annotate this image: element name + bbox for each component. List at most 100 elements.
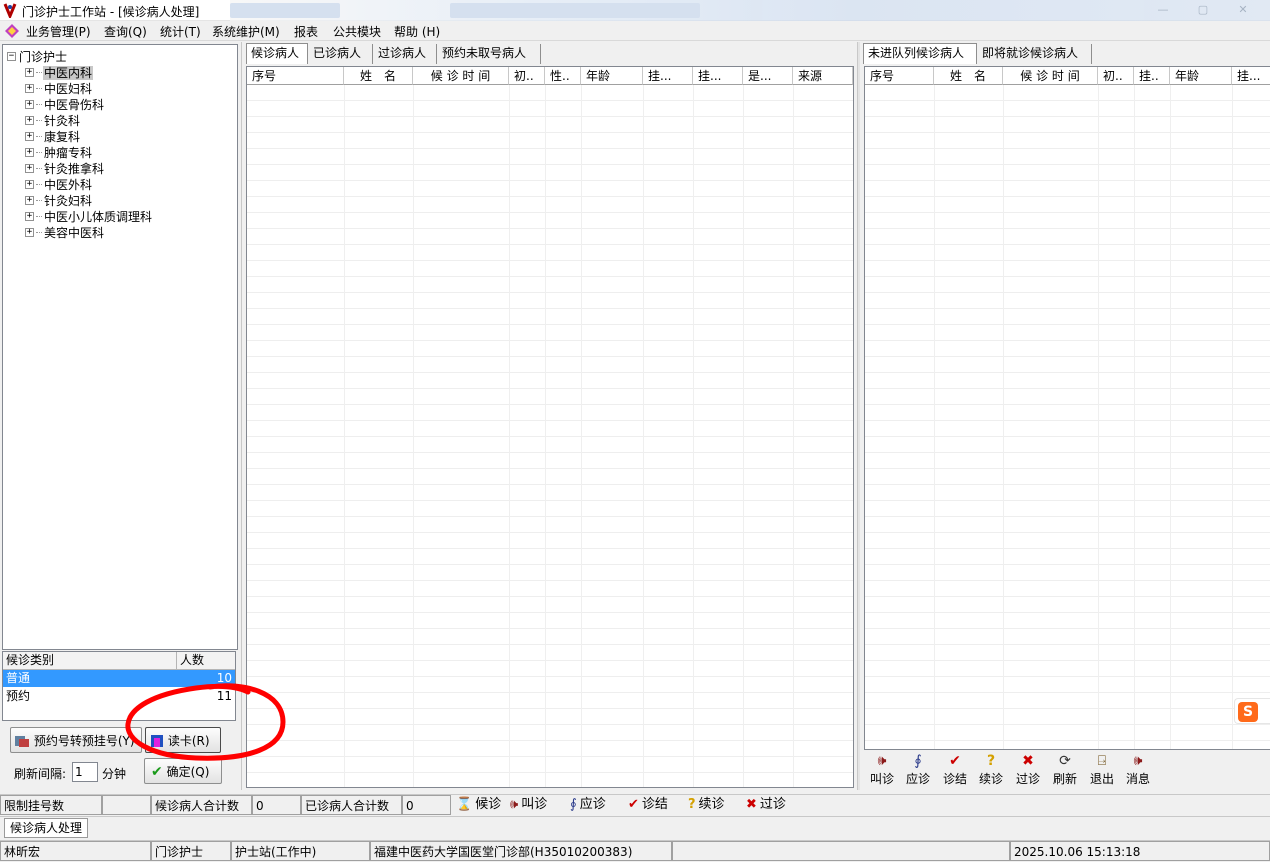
panel-splitter[interactable] [857,42,860,790]
col-header-gender[interactable]: 性.. [545,67,581,85]
ime-s-icon: S [1238,702,1258,722]
expand-icon[interactable]: + [25,180,34,189]
call-patient-button[interactable]: 🕪 叫诊 [864,752,900,788]
menu-query[interactable]: 查询(Q) [102,23,149,40]
tree-item-label: 中医妇科 [44,82,93,96]
expand-icon[interactable]: + [25,164,34,173]
tree-connector [36,88,42,89]
limit-registration-label: 限制挂号数 [0,795,102,815]
grid-divider [693,85,694,787]
col-header-registration-2[interactable]: 挂... [693,67,743,85]
title-bar: 门诊护士工作站 - [候诊病人处理] — ▢ ✕ [0,0,1270,21]
grid-rows [865,85,1270,749]
col-header-age[interactable]: 年龄 [1170,67,1232,85]
grid-divider [581,85,582,787]
cross-icon: ✖ [746,797,757,812]
expand-icon[interactable]: + [25,148,34,157]
col-header-is-flag[interactable]: 是... [743,67,793,85]
expand-icon[interactable]: + [25,116,34,125]
tab-waiting-patients[interactable]: 候诊病人 [246,43,308,64]
tree-item-department[interactable]: + 肿瘤专科 [25,144,93,160]
tree-item-department[interactable]: + 针灸科 [25,112,81,128]
ime-floating-icon[interactable]: S [1234,698,1270,724]
message-button[interactable]: 🕪 消息 [1120,752,1156,788]
tree-item-department[interactable]: + 针灸推拿科 [25,160,105,176]
expand-icon[interactable]: + [25,196,34,205]
hourglass-icon: ⌛ [456,797,473,812]
col-header-first-visit[interactable]: 初.. [509,67,545,85]
tab-missed-patients[interactable]: 过诊病人 [374,44,437,64]
col-header-registration-1[interactable]: 挂... [643,67,693,85]
tree-item-department[interactable]: + 中医骨伤科 [25,96,105,112]
minimize-icon[interactable]: — [1156,3,1170,17]
continue-visit-button[interactable]: ? 续诊 [973,752,1009,788]
menu-bar: 业务管理(P) 查询(Q) 统计(T) 系统维护(M) 报表 公共模块 帮助 (… [0,21,1270,41]
col-header-registration[interactable]: 挂.. [1134,67,1170,85]
col-header-wait-time[interactable]: 候 诊 时 间 [1003,67,1098,85]
column-header: 人数 [180,653,205,667]
refresh-interval-input[interactable] [72,762,98,782]
grid-divider [934,85,935,749]
tree-item-label: 美容中医科 [44,226,105,240]
close-icon[interactable]: ✕ [1236,3,1250,17]
menu-reports[interactable]: 报表 [292,23,320,40]
tree-item-department[interactable]: + 中医外科 [25,176,93,192]
annotation-circle [125,683,286,761]
waiting-patients-grid[interactable]: 序号 姓 名 候 诊 时 间 初.. 性.. 年龄 挂... 挂... 是...… [246,66,854,788]
tree-item-department[interactable]: + 针灸妇科 [25,192,93,208]
tab-appointment-unclaimed[interactable]: 预约未取号病人 [438,44,541,64]
col-header-first-visit[interactable]: 初.. [1098,67,1134,85]
menu-business[interactable]: 业务管理(P) [24,23,93,40]
tab-upcoming[interactable]: 即将就诊候诊病人 [978,44,1092,64]
accept-patient-button[interactable]: ∮ 应诊 [900,752,936,788]
col-header-registration-2[interactable]: 挂... [1232,67,1270,85]
queue-grid[interactable]: 序号 姓 名 候 诊 时 间 初.. 挂.. 年龄 挂... [864,66,1270,750]
col-header-name[interactable]: 姓 名 [934,67,1003,85]
col-header-source[interactable]: 来源 [793,67,853,85]
maximize-icon[interactable]: ▢ [1196,3,1210,17]
expand-icon[interactable]: + [25,100,34,109]
limit-registration-value [102,795,151,815]
menu-public-modules[interactable]: 公共模块 [331,23,383,40]
right-panel: 未进队列候诊病人 即将就诊候诊病人 序号 姓 名 候 诊 时 间 初.. 挂..… [861,42,1270,790]
menu-help[interactable]: 帮助 (H) [392,23,442,40]
status-bar: 林昕宏 门诊护士 护士站(工作中) 福建中医药大学国医堂门诊部(H3501020… [0,840,1270,862]
tree-item-department[interactable]: + 康复科 [25,128,81,144]
expand-icon[interactable]: + [25,132,34,141]
menu-statistics[interactable]: 统计(T) [158,23,203,40]
legend-waiting: ⌛ 候诊 [456,797,502,812]
expand-icon[interactable]: + [25,228,34,237]
legend-accepted: ∮ 应诊 [570,797,606,812]
center-tabs: 候诊病人 已诊病人 过诊病人 预约未取号病人 [246,43,846,64]
col-header-age[interactable]: 年龄 [581,67,643,85]
tree-item-department[interactable]: + 中医妇科 [25,80,93,96]
cross-icon: ✖ [1022,753,1034,769]
expand-icon[interactable]: + [25,84,34,93]
menu-system[interactable]: 系统维护(M) [210,23,282,40]
exit-button[interactable]: ⍈ 退出 [1084,752,1120,788]
legend-finished: ✔ 诊结 [628,797,668,812]
refresh-button[interactable]: ⟳ 刷新 [1047,752,1083,788]
checkmark-icon: ✔ [151,763,163,780]
col-header-wait-time[interactable]: 候 诊 时 间 [413,67,509,85]
finish-visit-button[interactable]: ✔ 诊结 [937,752,973,788]
tree-item-department[interactable]: + 中医小儿体质调理科 [25,208,153,224]
col-header-index[interactable]: 序号 [247,67,344,85]
status-station: 护士站(工作中) [231,841,370,861]
collapse-icon[interactable]: − [7,52,16,61]
expand-icon[interactable]: + [25,212,34,221]
skip-patient-button[interactable]: ✖ 过诊 [1010,752,1046,788]
tab-not-in-queue[interactable]: 未进队列候诊病人 [863,43,977,64]
tree-item-label: 康复科 [44,130,81,144]
tree-item-department[interactable]: + 中医内科 [25,64,94,80]
queue-toolbar: 🕪 叫诊 ∮ 应诊 ✔ 诊结 ? 续诊 ✖ 过诊 ⟳ 刷新 ⍈ 退出 🕪 消息 [864,752,1164,790]
expand-icon[interactable]: + [25,68,34,77]
tree-root[interactable]: − 门诊护士 [7,48,68,64]
tab-seen-patients[interactable]: 已诊病人 [309,44,373,64]
tree-connector [36,216,42,217]
col-header-index[interactable]: 序号 [865,67,934,85]
waiting-total-value: 0 [252,795,301,815]
col-header-name[interactable]: 姓 名 [344,67,413,85]
window-tab-waiting[interactable]: 候诊病人处理 [4,818,88,838]
tree-item-department[interactable]: + 美容中医科 [25,224,105,240]
